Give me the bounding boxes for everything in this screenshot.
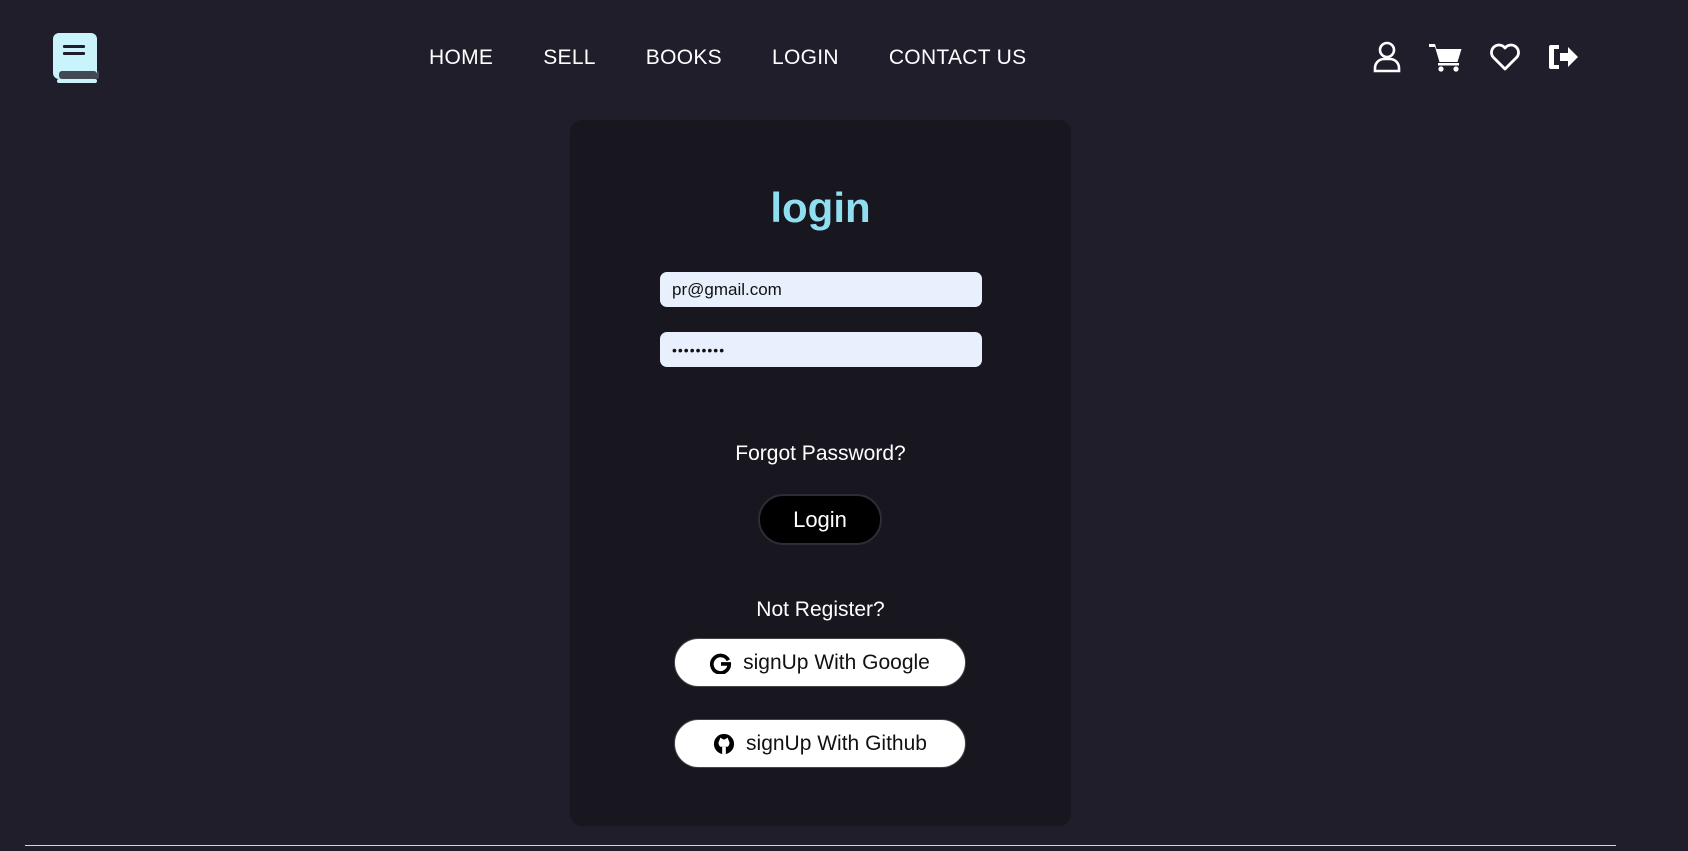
- logout-icon[interactable]: [1547, 40, 1581, 74]
- not-register-label: Not Register?: [756, 598, 885, 621]
- signup-github-button[interactable]: signUp With Github: [674, 719, 966, 768]
- main-nav: HOME SELL BOOKS LOGIN CONTACT US: [429, 42, 1026, 74]
- user-icon[interactable]: [1370, 40, 1404, 74]
- github-icon: [713, 733, 735, 754]
- github-button-label: signUp With Github: [746, 731, 927, 755]
- cart-icon[interactable]: [1429, 40, 1463, 74]
- nav-sell[interactable]: SELL: [543, 46, 596, 70]
- nav-login[interactable]: LOGIN: [772, 46, 839, 70]
- password-field[interactable]: [660, 332, 982, 367]
- google-button-label: signUp With Google: [743, 650, 930, 674]
- login-card: login Forgot Password? Login Not Registe…: [570, 120, 1071, 826]
- forgot-password-link[interactable]: Forgot Password?: [570, 442, 1071, 466]
- email-field[interactable]: [660, 272, 982, 307]
- header-icons: [1370, 40, 1581, 74]
- nav-home[interactable]: HOME: [429, 46, 493, 70]
- heart-icon[interactable]: [1488, 40, 1522, 74]
- book-logo-icon[interactable]: [53, 33, 99, 85]
- login-button[interactable]: Login: [758, 494, 882, 545]
- nav-books[interactable]: BOOKS: [646, 46, 722, 70]
- nav-contact-us[interactable]: CONTACT US: [889, 46, 1027, 70]
- signup-google-button[interactable]: signUp With Google: [674, 638, 966, 687]
- footer-divider: [25, 845, 1616, 846]
- google-icon: [710, 653, 732, 674]
- login-title: login: [770, 184, 871, 231]
